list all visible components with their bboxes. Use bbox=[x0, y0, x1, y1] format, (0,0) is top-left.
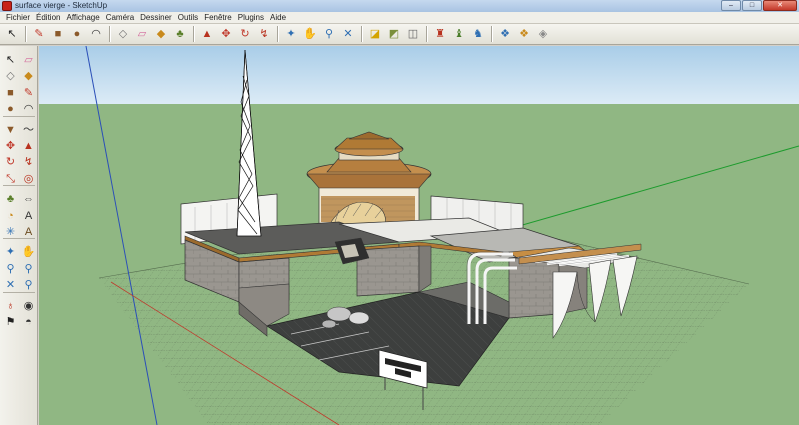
layout-icon[interactable]: ◈ bbox=[534, 25, 552, 43]
palette-zoom-icon[interactable]: ⚲ bbox=[2, 261, 19, 278]
palette-text-icon[interactable]: A bbox=[20, 208, 37, 225]
menu-item-7[interactable]: Plugins bbox=[235, 12, 267, 24]
palette-separator bbox=[3, 115, 35, 117]
pan-icon[interactable]: ✋ bbox=[301, 25, 319, 43]
palette-look-around-icon[interactable]: ◉ bbox=[20, 298, 37, 315]
get-models-icon[interactable]: ♜ bbox=[431, 25, 449, 43]
close-button[interactable]: ✕ bbox=[763, 0, 797, 11]
palette-move-icon[interactable]: ✥ bbox=[2, 138, 19, 155]
rectangle-icon[interactable]: ■ bbox=[49, 25, 67, 43]
palette-dimension-icon[interactable]: ⇔ bbox=[20, 191, 37, 208]
palette-protractor-icon[interactable]: ◔ bbox=[2, 208, 19, 225]
menu-item-5[interactable]: Outils bbox=[175, 12, 201, 24]
palette-walk-icon[interactable]: ⚑ bbox=[2, 314, 19, 331]
toolbar-separator bbox=[491, 26, 492, 42]
sketchup-logo-icon bbox=[2, 1, 12, 11]
window-title: surface vierge - SketchUp bbox=[15, 1, 108, 10]
palette-polygon-icon[interactable]: ▼ bbox=[2, 122, 19, 139]
sky bbox=[39, 46, 799, 104]
circle-icon[interactable]: ● bbox=[68, 25, 86, 43]
eraser-icon[interactable]: ▱ bbox=[133, 25, 151, 43]
toolbar-separator bbox=[193, 26, 194, 42]
palette-component-icon[interactable]: ◇ bbox=[2, 68, 19, 85]
menu-item-1[interactable]: Édition bbox=[33, 12, 63, 24]
3d-viewport[interactable] bbox=[39, 46, 799, 425]
palette-rotate-icon[interactable]: ↻ bbox=[2, 154, 19, 171]
palette-separator bbox=[3, 185, 35, 187]
toolbar-separator bbox=[277, 26, 278, 42]
palette-tape-measure-icon[interactable]: ♣ bbox=[2, 191, 19, 208]
window-controls: – □ ✕ bbox=[721, 0, 797, 12]
palette-separator bbox=[3, 238, 35, 240]
palette-select-icon[interactable]: ↖ bbox=[2, 52, 19, 69]
toggle-terrain-icon[interactable]: ◩ bbox=[385, 25, 403, 43]
menu-item-8[interactable]: Aide bbox=[267, 12, 289, 24]
menu-item-3[interactable]: Caméra bbox=[103, 12, 137, 24]
make-component-icon[interactable]: ◇ bbox=[114, 25, 132, 43]
palette-freehand-icon[interactable]: 〜 bbox=[20, 122, 37, 139]
menu-bar: Fichier Édition Affichage Caméra Dessiner Out… bbox=[0, 12, 799, 24]
palette-paint-bucket-icon[interactable]: ◆ bbox=[20, 68, 37, 85]
menu-item-6[interactable]: Fenêtre bbox=[201, 12, 235, 24]
palette-separator bbox=[3, 291, 35, 293]
paint-bucket-icon[interactable]: ◆ bbox=[152, 25, 170, 43]
add-location-icon[interactable]: ◪ bbox=[366, 25, 384, 43]
minimize-button[interactable]: – bbox=[721, 0, 741, 11]
toolbar-separator bbox=[426, 26, 427, 42]
select-icon[interactable]: ↖ bbox=[3, 25, 21, 43]
arc-icon[interactable]: ◠ bbox=[87, 25, 105, 43]
palette-pencil-icon[interactable]: ✎ bbox=[20, 85, 37, 102]
zoom-icon[interactable]: ⚲ bbox=[320, 25, 338, 43]
toolbar-separator bbox=[109, 26, 110, 42]
menu-item-0[interactable]: Fichier bbox=[3, 12, 33, 24]
palette-push-pull-icon[interactable]: ▲ bbox=[20, 138, 37, 155]
toolbar-separator bbox=[361, 26, 362, 42]
palette-eraser-icon[interactable]: ▱ bbox=[20, 52, 37, 69]
palette-rectangle-icon[interactable]: ■ bbox=[2, 85, 19, 102]
sketchup-window: surface vierge - SketchUp – □ ✕ Fichier É… bbox=[0, 0, 799, 425]
palette-orbit-icon[interactable]: ✦ bbox=[2, 244, 19, 261]
palette-position-camera-icon[interactable]: ♁ bbox=[2, 298, 19, 315]
title-bar: surface vierge - SketchUp – □ ✕ bbox=[0, 0, 799, 12]
maximize-button[interactable]: □ bbox=[742, 0, 762, 11]
zoom-extents-icon[interactable]: ✕ bbox=[339, 25, 357, 43]
tool-palette: ↖ ▱ ◇ ◆ ■ ✎ ● ◠ ▼ 〜 ✥ ▲ ↻ ↯ ⤡ ◎ ♣ ⇔ ◔ A ✳ A ✦ ✋ ⚲ ⚲ ✕ ⚲ ♁ ◉ ⚑ ◓ bbox=[0, 46, 38, 425]
follow-me-icon[interactable]: ↯ bbox=[255, 25, 273, 43]
move-icon[interactable]: ✥ bbox=[217, 25, 235, 43]
pencil-icon[interactable]: ✎ bbox=[30, 25, 48, 43]
palette-zoom-window-icon[interactable]: ⚲ bbox=[20, 261, 37, 278]
scene-canvas[interactable] bbox=[39, 46, 799, 425]
orbit-icon[interactable]: ✦ bbox=[282, 25, 300, 43]
photo-textures-icon[interactable]: ◫ bbox=[404, 25, 422, 43]
palette-section-plane-icon[interactable]: ◓ bbox=[20, 314, 37, 331]
share-component-icon[interactable]: ♞ bbox=[469, 25, 487, 43]
menu-item-2[interactable]: Affichage bbox=[63, 12, 102, 24]
menu-item-4[interactable]: Dessiner bbox=[137, 12, 175, 24]
extension-warehouse-icon[interactable]: ❖ bbox=[515, 25, 533, 43]
tape-measure-icon[interactable]: ♣ bbox=[171, 25, 189, 43]
toolbar-separator bbox=[25, 26, 26, 42]
share-model-icon[interactable]: ♝ bbox=[450, 25, 468, 43]
get-models-3d-icon[interactable]: ❖ bbox=[496, 25, 514, 43]
palette-pan-icon[interactable]: ✋ bbox=[20, 244, 37, 261]
rotate-icon[interactable]: ↻ bbox=[236, 25, 254, 43]
push-pull-icon[interactable]: ▲ bbox=[198, 25, 216, 43]
main-toolbar: ↖ ✎ ■ ● ◠ ◇ ▱ ◆ ♣ ▲ ✥ ↻ ↯ ✦ ✋ ⚲ ✕ ◪ ◩ ◫ ♜ ♝ ♞ ❖ ❖ ◈ bbox=[0, 24, 799, 45]
palette-follow-me-icon[interactable]: ↯ bbox=[20, 154, 37, 171]
